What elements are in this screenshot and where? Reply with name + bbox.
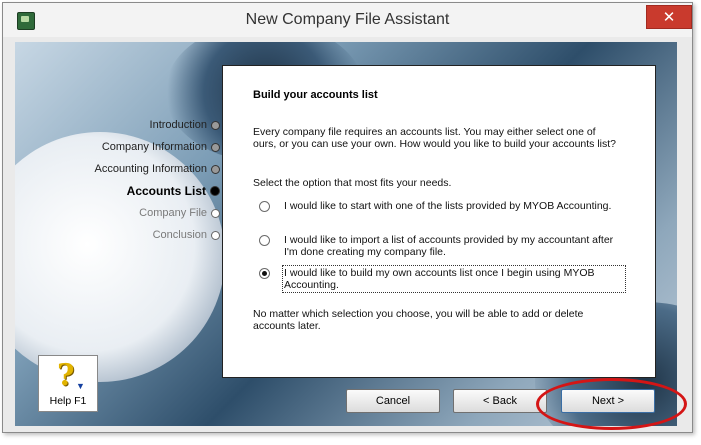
- page-heading: Build your accounts list: [253, 89, 378, 101]
- step-introduction: Introduction: [150, 117, 220, 133]
- step-accounts-list: Accounts List: [127, 183, 220, 199]
- step-indicator-icon: [210, 186, 220, 196]
- footer-note: No matter which selection you choose, yo…: [253, 308, 584, 332]
- help-label: Help F1: [49, 395, 87, 407]
- step-indicator-icon: [211, 142, 220, 152]
- radio-button[interactable]: [259, 268, 270, 279]
- close-button[interactable]: ✕: [646, 5, 692, 29]
- step-indicator-icon: [211, 230, 220, 240]
- cancel-button[interactable]: Cancel: [346, 389, 440, 413]
- window-title: New Company File Assistant: [245, 11, 450, 28]
- radio-button[interactable]: [259, 235, 270, 246]
- back-button[interactable]: < Back: [453, 389, 547, 413]
- radio-button[interactable]: [259, 201, 270, 212]
- highlight-ring: [536, 378, 687, 430]
- title-bar: New Company File Assistant ✕: [3, 3, 692, 37]
- option-build-own-list[interactable]: I would like to build my own accounts li…: [259, 265, 626, 293]
- intro-text: Every company file requires an accounts …: [253, 126, 617, 150]
- step-company-information: Company Information: [102, 139, 220, 155]
- option-label[interactable]: I would like to start with one of the li…: [284, 200, 611, 212]
- option-import-list[interactable]: I would like to import a list of account…: [259, 234, 624, 258]
- step-accounting-information: Accounting Information: [94, 161, 220, 177]
- dropdown-arrow-icon: ▼: [76, 381, 85, 391]
- step-indicator-icon: [211, 120, 220, 130]
- help-question-icon: ?: [57, 358, 75, 393]
- prompt-text: Select the option that most fits your ne…: [253, 177, 452, 189]
- step-conclusion: Conclusion: [153, 227, 220, 243]
- option-label[interactable]: I would like to import a list of account…: [284, 234, 624, 258]
- step-indicator-icon: [211, 208, 220, 218]
- step-indicator-icon: [211, 164, 220, 174]
- content-panel: Build your accounts list Every company f…: [222, 65, 656, 378]
- help-button[interactable]: ? ▼ Help F1: [38, 355, 98, 412]
- option-standard-list[interactable]: I would like to start with one of the li…: [259, 200, 624, 212]
- option-label[interactable]: I would like to build my own accounts li…: [282, 265, 626, 293]
- step-company-file: Company File: [139, 205, 220, 221]
